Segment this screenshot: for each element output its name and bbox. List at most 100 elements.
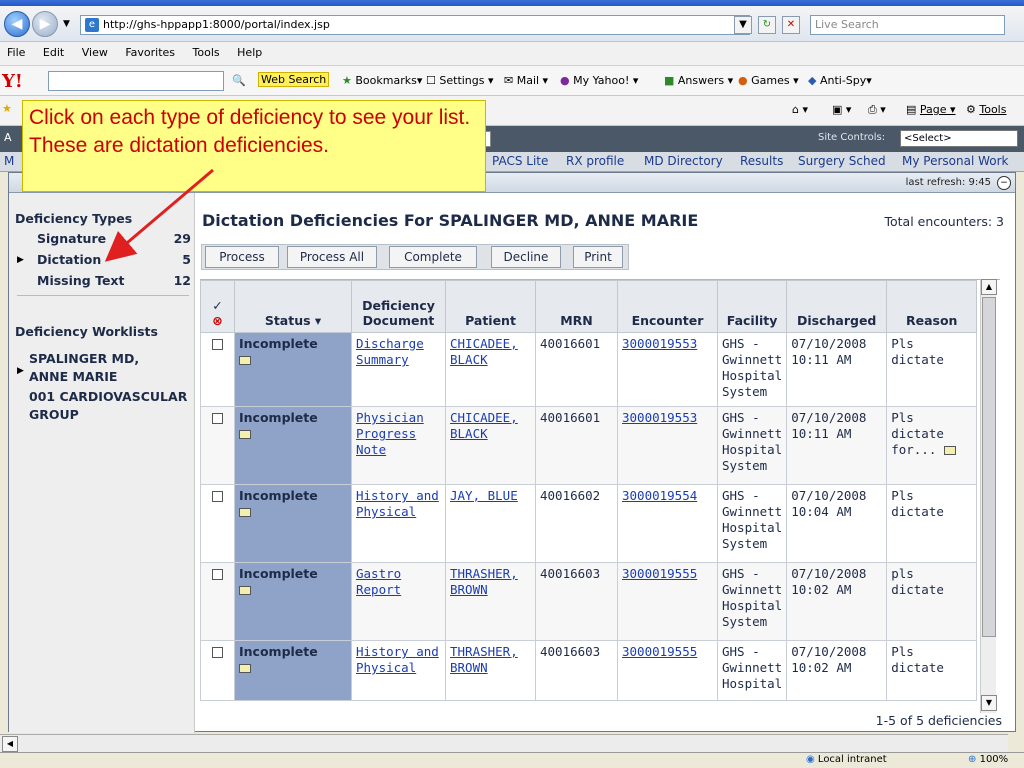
note-icon[interactable] <box>239 356 251 365</box>
scroll-up-icon[interactable]: ▲ <box>981 279 997 295</box>
favorites-star-icon[interactable]: ★ <box>2 102 12 115</box>
scroll-left-icon[interactable]: ◀ <box>2 736 18 752</box>
row-checkbox[interactable] <box>212 339 223 350</box>
menu-file[interactable]: File <box>0 42 32 64</box>
history-dropdown-icon[interactable]: ▼ <box>63 19 70 29</box>
forward-icon[interactable]: ▶ <box>32 11 58 37</box>
zoom-control[interactable]: ⊕ 100% <box>968 754 1008 765</box>
table-row[interactable]: Incomplete Physician Progress Note CHICA… <box>200 406 978 485</box>
feeds-icon[interactable]: ▣ ▾ <box>832 103 851 116</box>
patient-link[interactable]: JAY, BLUE <box>450 488 518 503</box>
games-button[interactable]: ● Games ▾ <box>738 74 799 87</box>
tab-my-personal-work[interactable]: My Personal Work <box>902 154 1008 168</box>
row-checkbox[interactable] <box>212 413 223 424</box>
mail-button[interactable]: ✉ Mail ▾ <box>504 74 548 87</box>
table-vertical-scrollbar[interactable]: ▲ ▼ <box>980 279 997 713</box>
address-dropdown-icon[interactable]: ▼ <box>734 16 752 34</box>
tab-rx-profile[interactable]: RX profile <box>566 154 624 168</box>
print-icon[interactable]: ⎙ ▾ <box>868 103 886 117</box>
select-column-header[interactable]: ✓ ⊗ <box>200 280 235 333</box>
site-controls-select[interactable]: <Select> <box>900 130 1018 147</box>
process-all-button[interactable]: Process All <box>287 246 377 268</box>
answers-button[interactable]: ■ Answers ▾ <box>664 74 733 87</box>
page-horizontal-scrollbar[interactable]: ◀ <box>0 734 1008 752</box>
home-icon[interactable]: ⌂ ▾ <box>792 103 808 116</box>
sidebar-item-dictation[interactable]: Dictation 5 <box>37 252 191 267</box>
collapse-icon[interactable]: − <box>997 176 1011 190</box>
note-icon[interactable] <box>239 430 251 439</box>
table-row[interactable]: Incomplete Discharge Summary CHICADEE, B… <box>200 332 978 407</box>
web-search-button[interactable]: Web Search <box>258 72 330 87</box>
yahoo-search-input[interactable] <box>48 71 224 91</box>
status-column-header[interactable]: Status ▾ <box>234 280 352 333</box>
sidebar-item-missing-text[interactable]: Missing Text 12 <box>37 273 191 288</box>
yahoo-logo-icon[interactable]: Y! <box>2 71 23 92</box>
encounter-link[interactable]: 3000019554 <box>622 488 697 503</box>
patient-link[interactable]: CHICADEE, BLACK <box>450 336 518 367</box>
document-link[interactable]: History and Physical <box>356 644 439 675</box>
bookmarks-button[interactable]: ★ Bookmarks▾ <box>342 74 422 87</box>
tools-menu-button[interactable]: ⚙ Tools <box>966 103 1006 116</box>
settings-button[interactable]: ☐ Settings ▾ <box>426 74 494 87</box>
print-button[interactable]: Print <box>573 246 623 268</box>
scroll-thumb[interactable] <box>982 297 996 637</box>
tab-results[interactable]: Results <box>740 154 783 168</box>
row-checkbox[interactable] <box>212 647 223 658</box>
sidebar-item-signature[interactable]: Signature 29 <box>37 231 191 246</box>
document-link[interactable]: Gastro Report <box>356 566 401 597</box>
process-button[interactable]: Process <box>205 246 279 268</box>
encounter-link[interactable]: 3000019553 <box>622 410 697 425</box>
live-search-input[interactable]: Live Search <box>810 15 1005 35</box>
note-icon[interactable] <box>239 664 251 673</box>
reason-column-header[interactable]: Reason <box>886 280 978 333</box>
document-column-header[interactable]: Deficiency Document <box>351 280 446 333</box>
my-yahoo-button[interactable]: ● My Yahoo! ▾ <box>560 74 638 87</box>
reason-cell: Pls dictate <box>886 484 978 563</box>
facility-column-header[interactable]: Facility <box>716 280 788 333</box>
encounter-link[interactable]: 3000019555 <box>622 644 697 659</box>
menu-view[interactable]: View <box>75 42 115 64</box>
document-link[interactable]: History and Physical <box>356 488 439 519</box>
page-menu-button[interactable]: ▤ Page ▾ <box>906 103 956 116</box>
worklist-item-cardiovascular-group[interactable]: 001 CARDIOVASCULAR GROUP <box>29 388 189 424</box>
encounter-link[interactable]: 3000019555 <box>622 566 697 581</box>
tab-md-directory[interactable]: MD Directory <box>644 154 723 168</box>
clear-selection-icon[interactable]: ⊗ <box>212 313 222 328</box>
menu-tools[interactable]: Tools <box>186 42 227 64</box>
menu-favorites[interactable]: Favorites <box>118 42 182 64</box>
back-icon[interactable]: ◀ <box>4 11 30 37</box>
patient-link[interactable]: THRASHER, BROWN <box>450 566 518 597</box>
mrn-column-header[interactable]: MRN <box>535 280 618 333</box>
document-link[interactable]: Discharge Summary <box>356 336 424 367</box>
row-checkbox[interactable] <box>212 569 223 580</box>
decline-button[interactable]: Decline <box>491 246 561 268</box>
table-row[interactable]: Incomplete History and Physical JAY, BLU… <box>200 484 978 563</box>
note-icon[interactable] <box>239 586 251 595</box>
worklist-item-spalinger[interactable]: SPALINGER MD, ANNE MARIE <box>29 350 179 386</box>
encounter-column-header[interactable]: Encounter <box>617 280 718 333</box>
menu-help[interactable]: Help <box>230 42 269 64</box>
discharged-column-header[interactable]: Discharged <box>786 280 888 333</box>
patient-column-header[interactable]: Patient <box>445 280 536 333</box>
table-row[interactable]: Incomplete Gastro Report THRASHER, BROWN… <box>200 562 978 641</box>
search-icon[interactable]: 🔍 <box>232 74 246 87</box>
reason-note-icon[interactable] <box>943 446 956 455</box>
anti-spy-button[interactable]: ◆ Anti-Spy▾ <box>808 74 872 87</box>
tab-pacs-lite[interactable]: PACS Lite <box>492 154 548 168</box>
stop-icon[interactable]: ✕ <box>782 16 800 34</box>
portal-nav-menu[interactable]: M <box>4 154 14 168</box>
note-icon[interactable] <box>239 508 251 517</box>
tab-surgery-sched[interactable]: Surgery Sched <box>798 154 886 168</box>
encounter-link[interactable]: 3000019553 <box>622 336 697 351</box>
mrn-cell: 40016601 <box>535 332 618 407</box>
address-input[interactable]: e http://ghs-hppapp1:8000/portal/index.j… <box>80 15 750 35</box>
scroll-down-icon[interactable]: ▼ <box>981 695 997 711</box>
menu-edit[interactable]: Edit <box>36 42 71 64</box>
table-row[interactable]: Incomplete History and Physical THRASHER… <box>200 640 978 701</box>
refresh-icon[interactable]: ↻ <box>758 16 776 34</box>
complete-button[interactable]: Complete <box>389 246 477 268</box>
document-link[interactable]: Physician Progress Note <box>356 410 424 457</box>
row-checkbox[interactable] <box>212 491 223 502</box>
patient-link[interactable]: CHICADEE, BLACK <box>450 410 518 441</box>
patient-link[interactable]: THRASHER, BROWN <box>450 644 518 675</box>
